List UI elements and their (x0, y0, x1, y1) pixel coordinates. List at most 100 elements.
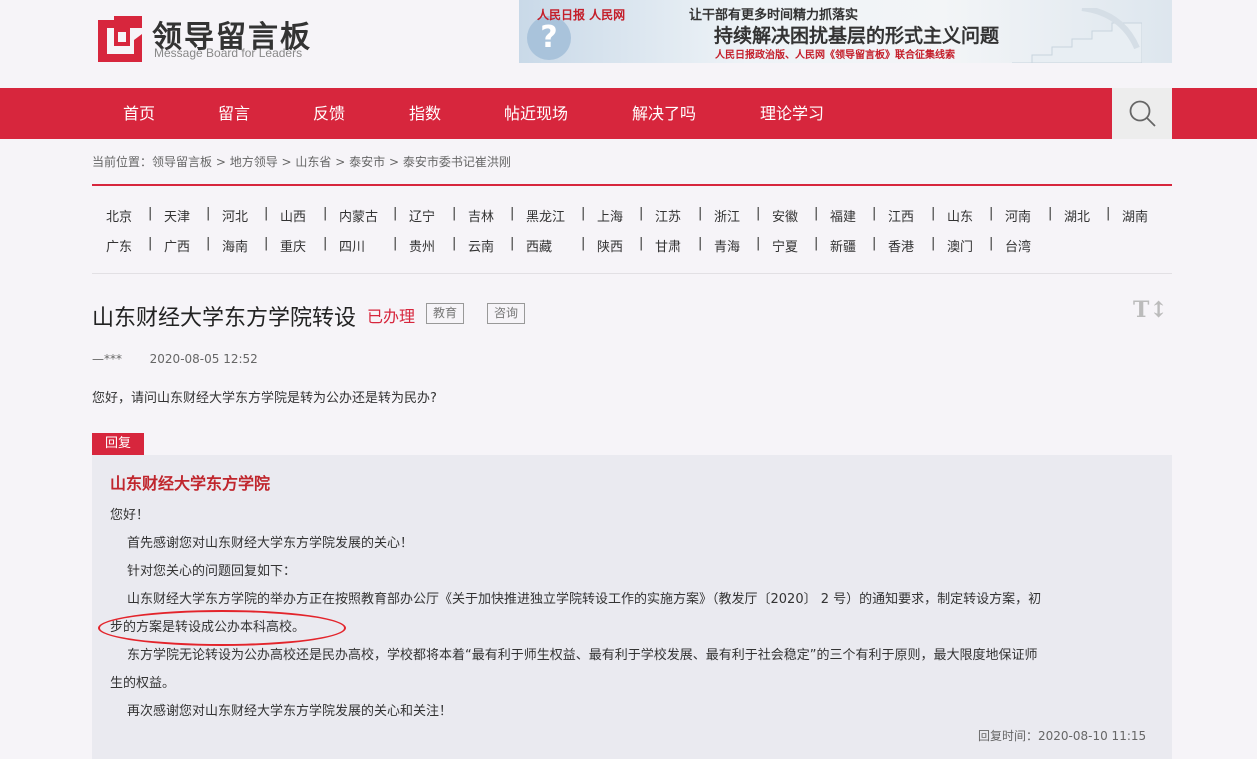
province-separator: | (756, 236, 761, 251)
province-separator: | (206, 236, 211, 251)
province-separator: | (814, 236, 819, 251)
search-icon (1129, 100, 1156, 127)
province-link[interactable]: 安徽 (772, 206, 798, 225)
nav-home[interactable]: 首页 (123, 88, 155, 139)
province-separator: | (264, 206, 269, 221)
province-link[interactable]: 湖南 (1122, 206, 1148, 225)
breadcrumb-prefix: 当前位置： (92, 155, 153, 169)
province-link[interactable]: 陕西 (597, 236, 623, 255)
province-link[interactable]: 北京 (106, 206, 132, 225)
province-separator: | (639, 206, 644, 221)
province-link[interactable]: 内蒙古 (339, 206, 378, 225)
province-separator: | (393, 206, 398, 221)
breadcrumb-item-city[interactable]: 泰安市 (349, 155, 385, 169)
province-link[interactable]: 西藏 (526, 236, 552, 255)
nav-message[interactable]: 留言 (218, 88, 250, 139)
nav-theory[interactable]: 理论学习 (760, 88, 824, 139)
province-link[interactable]: 海南 (222, 236, 248, 255)
province-separator: | (989, 206, 994, 221)
province-separator: | (581, 206, 586, 221)
province-link[interactable]: 台湾 (1005, 236, 1031, 255)
province-link[interactable]: 云南 (468, 236, 494, 255)
province-separator: | (510, 236, 515, 251)
province-link[interactable]: 河南 (1005, 206, 1031, 225)
tag-consult[interactable]: 咨询 (487, 303, 526, 324)
breadcrumb-item-board[interactable]: 领导留言板 (152, 155, 212, 169)
reply-paragraph: 再次感谢您对山东财经大学东方学院发展的关心和关注！ (127, 704, 453, 719)
nav-feedback[interactable]: 反馈 (313, 88, 345, 139)
province-link[interactable]: 四川 (339, 236, 365, 255)
province-link[interactable]: 吉林 (468, 206, 494, 225)
province-separator: | (510, 206, 515, 221)
message-meta: —*** 2020-08-05 12:52 (92, 352, 258, 366)
message-date: 2020-08-05 12:52 (149, 352, 258, 366)
tag-education[interactable]: 教育 (426, 303, 465, 324)
breadcrumb-item-local-leaders[interactable]: 地方领导 (230, 155, 278, 169)
province-link[interactable]: 辽宁 (409, 206, 435, 225)
province-separator: | (814, 206, 819, 221)
banner-logos: 人民日报 人民网 (537, 8, 626, 22)
breadcrumb: 当前位置：领导留言板 > 地方领导 > 山东省 > 泰安市 > 泰安市委书记崔洪… (92, 153, 511, 170)
province-link[interactable]: 山西 (280, 206, 306, 225)
province-separator: | (1048, 206, 1053, 221)
breadcrumb-separator: > (212, 155, 230, 169)
province-link[interactable]: 重庆 (280, 236, 306, 255)
nav-resolved[interactable]: 解决了吗 (632, 88, 696, 139)
province-link[interactable]: 江西 (888, 206, 914, 225)
province-link[interactable]: 山东 (947, 206, 973, 225)
province-link[interactable]: 天津 (164, 206, 190, 225)
top-banner[interactable]: ? 人民日报 人民网 让干部有更多时间精力抓落实 持续解决困扰基层的形式主义问题… (519, 0, 1172, 63)
breadcrumb-item-province[interactable]: 山东省 (295, 155, 331, 169)
reply-paragraph: 首先感谢您对山东财经大学东方学院发展的关心！ (127, 536, 414, 551)
province-separator: | (148, 206, 153, 221)
nav-scene[interactable]: 帖近现场 (504, 88, 568, 139)
logo-subtitle: Message Board for Leaders (154, 46, 303, 60)
province-link[interactable]: 福建 (830, 206, 856, 225)
main-nav: 首页 留言 反馈 指数 帖近现场 解决了吗 理论学习 (0, 88, 1257, 139)
breadcrumb-separator: > (385, 155, 403, 169)
province-link[interactable]: 青海 (714, 236, 740, 255)
reply-paragraph: 山东财经大学东方学院的举办方正在按照教育部办公厅《关于加快推进独立学院转设工作的… (127, 592, 1042, 607)
search-button[interactable] (1112, 88, 1172, 139)
breadcrumb-item-leader[interactable]: 泰安市委书记崔洪刚 (403, 155, 511, 169)
province-separator: | (931, 206, 936, 221)
province-separator: | (756, 206, 761, 221)
province-link[interactable]: 澳门 (947, 236, 973, 255)
breadcrumb-separator: > (277, 155, 296, 169)
logo-mark-icon (98, 16, 142, 62)
banner-line2: 持续解决困扰基层的形式主义问题 (714, 25, 1000, 47)
province-separator: | (698, 236, 703, 251)
province-link[interactable]: 广东 (106, 236, 132, 255)
province-link[interactable]: 江苏 (655, 206, 681, 225)
province-link[interactable]: 甘肃 (655, 236, 681, 255)
reply-greeting: 您好！ (110, 508, 150, 523)
province-link[interactable]: 宁夏 (772, 236, 798, 255)
message-author: —*** (92, 352, 122, 366)
message-content: 您好，请问山东财经大学东方学院是转为公办还是转为民办? (92, 391, 437, 406)
province-separator: | (989, 236, 994, 251)
province-link[interactable]: 湖北 (1064, 206, 1090, 225)
province-separator: | (148, 236, 153, 251)
province-link[interactable]: 上海 (597, 206, 623, 225)
province-link[interactable]: 香港 (888, 236, 914, 255)
province-link[interactable]: 黑龙江 (526, 206, 565, 225)
province-separator: | (872, 206, 877, 221)
font-size-toggle-icon[interactable]: T↕ (1133, 297, 1168, 323)
province-link[interactable]: 贵州 (409, 236, 435, 255)
site-logo[interactable]: 领导留言板 Message Board for Leaders (92, 10, 332, 66)
province-link[interactable]: 新疆 (830, 236, 856, 255)
status-badge: 已办理 (367, 307, 416, 326)
province-link[interactable]: 河北 (222, 206, 248, 225)
province-separator: | (393, 236, 398, 251)
divider-red (92, 184, 1172, 186)
province-link[interactable]: 广西 (164, 236, 190, 255)
province-link[interactable]: 浙江 (714, 206, 740, 225)
province-separator: | (323, 236, 328, 251)
province-separator: | (206, 206, 211, 221)
province-separator: | (698, 206, 703, 221)
province-separator: | (931, 236, 936, 251)
province-separator: | (452, 236, 457, 251)
breadcrumb-separator: > (331, 155, 350, 169)
nav-index[interactable]: 指数 (409, 88, 441, 139)
province-separator: | (323, 206, 328, 221)
